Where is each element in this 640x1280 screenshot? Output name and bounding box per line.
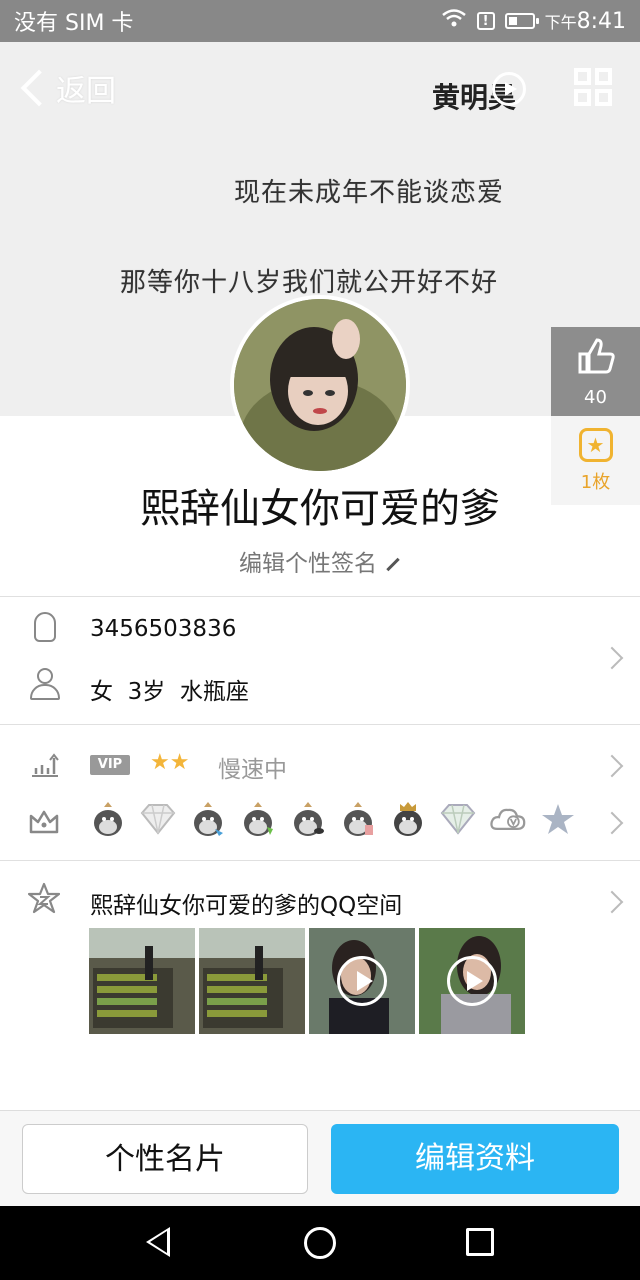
penguin-badge-icon [90,800,126,838]
penguin-green-badge-icon [240,800,276,838]
chevron-right-icon [600,646,624,670]
crown-icon [28,808,60,836]
music-play-icon[interactable] [492,72,526,106]
profile-card-button[interactable]: 个性名片 [22,1124,308,1194]
diamond-badge-icon [140,800,176,838]
status-bar: 没有 SIM 卡 ! 下午8:41 [0,0,640,42]
person-icon [30,668,60,702]
vip-stars: ★★ [150,750,190,775]
divider [0,860,640,861]
cloud-v-badge-icon [490,800,526,838]
divider [0,596,640,597]
zone-video-thumbnail[interactable] [419,928,525,1034]
pencil-icon [386,557,400,572]
star-badge-icon: ★ [578,427,613,462]
battery-icon [504,13,539,29]
zone-video-thumbnail[interactable] [309,928,415,1034]
chevron-right-icon [600,890,624,914]
qq-number: 3456503836 [90,616,237,642]
divider [0,724,640,725]
personal-info: 女 3岁 水瓶座 [90,672,249,706]
qq-zone-title: 熙辞仙女你可爱的爹的QQ空间 [90,893,403,919]
penguin-blue-badge-icon [190,800,226,838]
nickname: 熙辞仙女你可爱的爹 [140,486,500,532]
level-chart-icon [30,752,60,778]
qq-penguin-icon [34,612,56,642]
play-icon [337,956,387,1006]
diamond-green-badge-icon [440,800,476,838]
zone-photo-thumbnail[interactable] [199,928,305,1034]
top-nav: 返回 黄明昊 [0,42,640,132]
thumbs-up-icon [576,336,616,383]
gender: 女 [90,679,113,705]
chevron-right-icon [600,811,624,835]
penguin-fish-badge-icon [290,800,326,838]
back-button[interactable]: 返回 [18,66,116,110]
nav-recent-apps-icon[interactable] [466,1228,494,1256]
qq-zone-thumbnails [89,928,525,1034]
cover-text-line2: 那等你十八岁我们就公开好不好 [120,268,499,298]
cover-text-line1: 现在未成年不能谈恋爱 [234,178,505,208]
nav-back-icon[interactable] [146,1227,170,1257]
like-button[interactable]: 40 [551,327,640,416]
avatar[interactable] [230,295,410,475]
alert-icon: ! [476,12,495,30]
vip-tag: VIP [90,755,130,775]
wifi-icon [441,8,467,34]
status-icons: ! 下午8:41 [441,8,626,34]
like-count: 40 [584,386,607,408]
carrier-label: 没有 SIM 卡 [14,11,134,36]
penguin-crown-badge-icon [390,800,426,838]
clock: 8:41 [576,8,626,34]
qzone-star-icon [27,882,61,914]
badge-list [90,800,576,838]
zodiac: 水瓶座 [179,679,249,705]
signature-placeholder: 编辑个性签名 [239,551,377,577]
time-prefix: 下午 [544,12,577,32]
nav-home-icon[interactable] [304,1227,336,1259]
chevron-left-icon [20,69,58,107]
penguin-card-badge-icon [340,800,376,838]
zone-photo-thumbnail[interactable] [89,928,195,1034]
play-icon [447,956,497,1006]
edit-profile-button[interactable]: 编辑资料 [331,1124,619,1194]
star-badge-icon [540,800,576,838]
chevron-right-icon [600,754,624,778]
age: 3岁 [127,679,166,705]
back-label: 返回 [56,74,116,109]
edit-signature-link[interactable]: 编辑个性签名 [0,544,640,578]
qr-code-icon[interactable] [574,68,612,106]
vip-speed-status: 慢速中 [218,757,287,783]
